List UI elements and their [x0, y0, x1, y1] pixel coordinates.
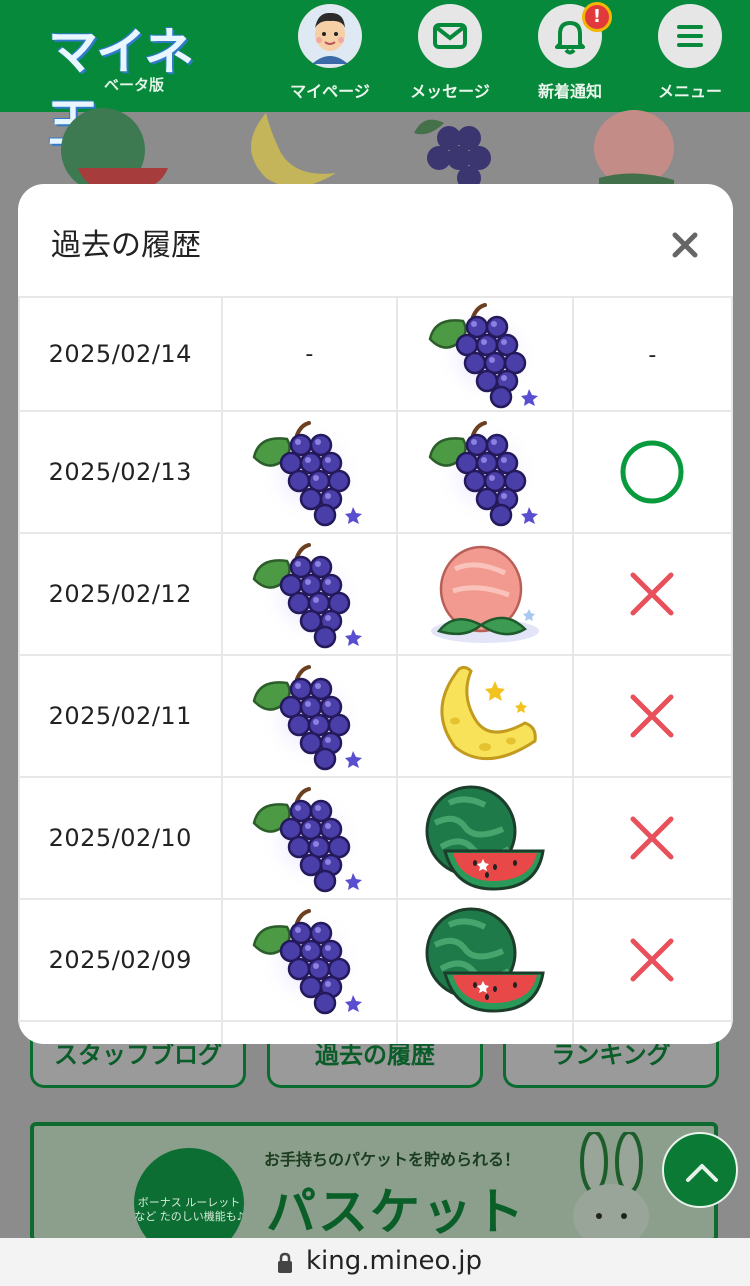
browser-url-bar[interactable]: king.mineo.jp	[0, 1238, 750, 1286]
bg-grape	[404, 108, 514, 190]
mineo-logo[interactable]: マイネ王 ベータ版	[48, 12, 218, 153]
grape-icon	[249, 783, 369, 893]
notification-badge: !	[582, 2, 612, 32]
nav-notifications[interactable]: ! 新着通知	[515, 2, 625, 108]
rabbit-icon	[573, 1132, 649, 1238]
close-button[interactable]	[668, 228, 702, 262]
history-row-partial	[18, 1020, 733, 1044]
packet-banner[interactable]: ボーナス ルーレットなど たのしい機能も♪ お手持ちのパケットを貯められる！ パ…	[30, 1122, 718, 1242]
history-row: 2025/02/12	[18, 532, 733, 656]
history-cell-partial	[571, 1020, 733, 1044]
history-row: 2025/02/09	[18, 898, 733, 1022]
nav-messages[interactable]: メッセージ	[395, 4, 505, 108]
history-date: 2025/02/09	[18, 898, 223, 1022]
history-modal: 過去の履歴 2025/02/14- -2025/02/13 2025/02/12 20…	[18, 184, 733, 1044]
bg-peach	[584, 108, 694, 188]
scroll-to-top-button[interactable]	[662, 1132, 738, 1208]
nav-mypage[interactable]: マイページ	[275, 4, 385, 108]
bg-banana	[236, 108, 346, 188]
correct-circle-icon	[620, 440, 684, 504]
avatar-icon	[298, 4, 362, 68]
grape-icon	[249, 417, 369, 527]
history-cell-partial	[396, 1020, 574, 1044]
peach-icon	[425, 539, 545, 649]
ranking-button[interactable]: ランキング	[503, 1040, 719, 1088]
nav-label: マイページ	[290, 82, 370, 101]
history-table: 2025/02/14- -2025/02/13 2025/02/12 2025/02/…	[18, 296, 733, 1044]
empty-dash: -	[648, 343, 657, 368]
history-row: 2025/02/14 - -	[18, 296, 733, 412]
history-date: 2025/02/10	[18, 776, 223, 900]
wrong-cross-icon	[630, 938, 674, 982]
banner-circle-text: ボーナス ルーレットなど たのしい機能も♪	[134, 1148, 244, 1238]
banana-icon	[425, 661, 545, 771]
history-cell-partial	[220, 1020, 399, 1044]
lock-icon	[278, 1252, 292, 1273]
history-date: 2025/02/13	[18, 410, 223, 534]
top-header: マイネ王 ベータ版 マイページ メッセージ	[0, 0, 750, 153]
nav-menu[interactable]: メニュー	[635, 4, 745, 108]
history-cell-partial	[18, 1020, 223, 1044]
chevron-up-icon	[686, 1164, 718, 1182]
close-icon	[672, 232, 698, 258]
watermelon-icon	[425, 783, 545, 893]
grape-icon	[249, 539, 369, 649]
grape-icon	[425, 417, 545, 527]
grape-icon	[425, 299, 545, 409]
nav-label: メッセージ	[410, 82, 490, 101]
history-date: 2025/02/12	[18, 532, 223, 656]
history-row: 2025/02/10	[18, 776, 733, 900]
history-row: 2025/02/11	[18, 654, 733, 778]
menu-icon	[658, 4, 722, 68]
banner-subtitle: お手持ちのパケットを貯められる！	[264, 1150, 521, 1169]
wrong-cross-icon	[630, 572, 674, 616]
mail-icon	[418, 4, 482, 68]
watermelon-icon	[425, 905, 545, 1015]
empty-dash: -	[305, 341, 314, 367]
history-date: 2025/02/11	[18, 654, 223, 778]
history-row: 2025/02/13	[18, 410, 733, 534]
bg-watermelon	[58, 108, 168, 193]
history-date: 2025/02/14	[18, 296, 223, 412]
banner-title: パスケット	[266, 1183, 526, 1241]
grape-icon	[249, 661, 369, 771]
wrong-cross-icon	[630, 694, 674, 738]
nav-label: 新着通知	[537, 82, 602, 101]
staff-blog-button[interactable]: スタッフブログ	[30, 1040, 246, 1088]
bg-link-buttons: スタッフブログ 過去の履歴 ランキング	[0, 1040, 750, 1096]
grape-icon	[249, 905, 369, 1015]
wrong-cross-icon	[630, 816, 674, 860]
modal-title: 過去の履歴	[51, 228, 201, 263]
history-button[interactable]: 過去の履歴	[267, 1040, 483, 1088]
nav-label: メニュー	[657, 82, 722, 101]
logo-subtitle: ベータ版	[104, 76, 165, 94]
url-text: king.mineo.jp	[306, 1246, 482, 1276]
